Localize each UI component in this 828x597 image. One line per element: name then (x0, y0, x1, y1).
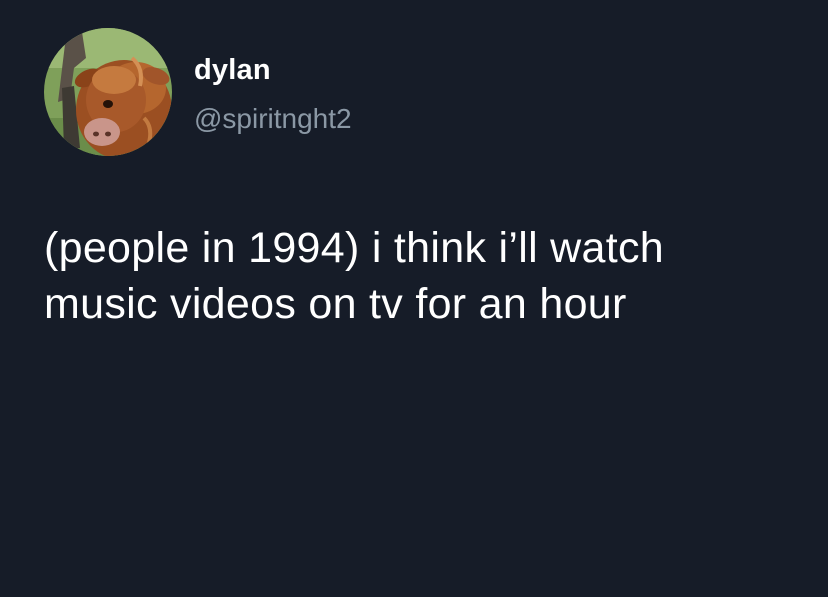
author-display-name[interactable]: dylan (194, 53, 271, 87)
avatar[interactable] (44, 28, 172, 156)
author-handle[interactable]: @spiritnght2 (194, 102, 352, 136)
tweet-text-line: (people in 1994) i think i’ll watch (44, 224, 664, 272)
tweet-text: (people in 1994) i think i’ll watch musi… (44, 220, 804, 332)
tweet-text-line: music videos on tv for an hour (44, 280, 627, 328)
highland-calf-avatar-image (44, 28, 172, 156)
tweet-card: dylan @spiritnght2 (people in 1994) i th… (0, 0, 828, 597)
